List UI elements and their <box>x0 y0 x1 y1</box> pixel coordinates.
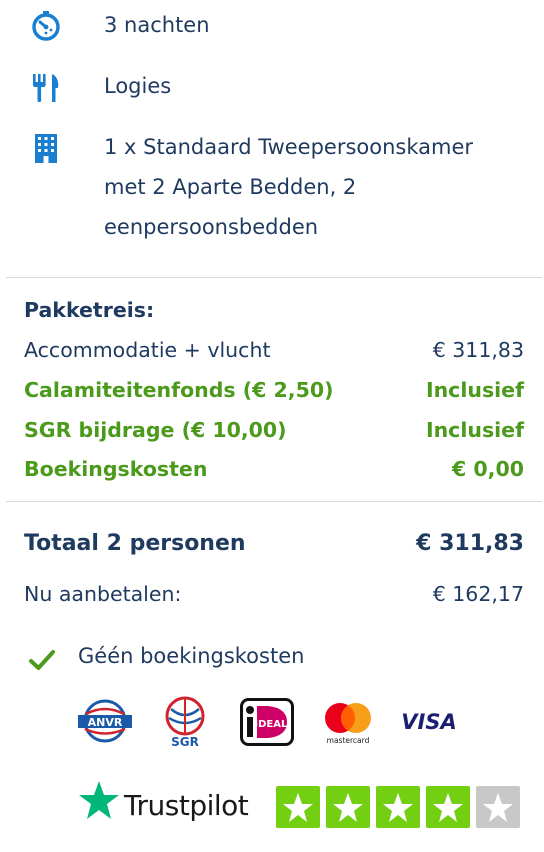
room-line-2: met 2 Aparte Bedden, 2 <box>104 175 357 199</box>
price-value: Inclusief <box>425 418 524 442</box>
checkmark-icon <box>28 646 56 674</box>
rating-star-filled-icon <box>326 786 370 828</box>
board-text: Logies <box>104 74 172 98</box>
price-row-accommodation: Accommodatie + vlucht € 311,83 <box>24 330 524 370</box>
sgr-logo: SGR <box>158 694 212 749</box>
benefit-text: Géén boekingskosten <box>78 644 305 668</box>
room-line-3: eenpersoonsbedden <box>104 215 319 239</box>
divider-top <box>6 277 542 278</box>
deposit-row: Nu aanbetalen: € 162,17 <box>24 574 524 614</box>
total-row: Totaal 2 personen € 311,83 <box>24 524 524 564</box>
rating-star-filled-icon <box>376 786 420 828</box>
rating-star-filled-icon <box>276 786 320 828</box>
trustpilot-name: Trustpilot <box>124 789 249 822</box>
ideal-logo: iDEAL <box>240 698 294 746</box>
price-row-booking-costs: Boekingskosten € 0,00 <box>24 449 524 489</box>
sgr-text: SGR <box>171 735 199 748</box>
anvr-logo: ANVR <box>76 698 134 744</box>
deposit-value: € 162,17 <box>432 582 524 606</box>
price-row-calamity-fund: Calamiteitenfonds (€ 2,50) Inclusief <box>24 370 524 410</box>
anvr-text: ANVR <box>88 716 123 729</box>
price-value: Inclusief <box>425 378 524 402</box>
ideal-text: iDEAL <box>255 719 288 730</box>
package-heading: Pakketreis: <box>24 298 155 322</box>
divider-bottom <box>6 501 542 502</box>
nights-text: 3 nachten <box>104 13 210 37</box>
visa-text: VISA <box>401 710 456 734</box>
price-value: € 0,00 <box>452 457 524 481</box>
deposit-label: Nu aanbetalen: <box>24 582 182 606</box>
price-label: Calamiteitenfonds (€ 2,50) <box>24 378 334 402</box>
fork-knife-icon <box>30 72 62 104</box>
rating-star-filled-icon <box>426 786 470 828</box>
total-value: € 311,83 <box>416 531 524 556</box>
total-label: Totaal 2 personen <box>24 531 246 556</box>
price-label: Boekingskosten <box>24 457 208 481</box>
price-value: € 311,83 <box>432 338 524 362</box>
mastercard-logo: mastercard <box>318 700 378 746</box>
stopwatch-icon <box>30 10 62 42</box>
price-row-sgr: SGR bijdrage (€ 10,00) Inclusief <box>24 410 524 450</box>
trustpilot-star-icon <box>78 780 120 820</box>
mastercard-text: mastercard <box>327 736 370 745</box>
room-line-1: 1 x Standaard Tweepersoonskamer <box>104 135 474 159</box>
package-heading-row: Pakketreis: <box>24 290 524 330</box>
rating-star-empty-icon <box>476 786 520 828</box>
price-label: SGR bijdrage (€ 10,00) <box>24 418 287 442</box>
building-icon <box>30 132 62 164</box>
price-label: Accommodatie + vlucht <box>24 338 271 362</box>
visa-logo: VISA <box>400 706 460 736</box>
